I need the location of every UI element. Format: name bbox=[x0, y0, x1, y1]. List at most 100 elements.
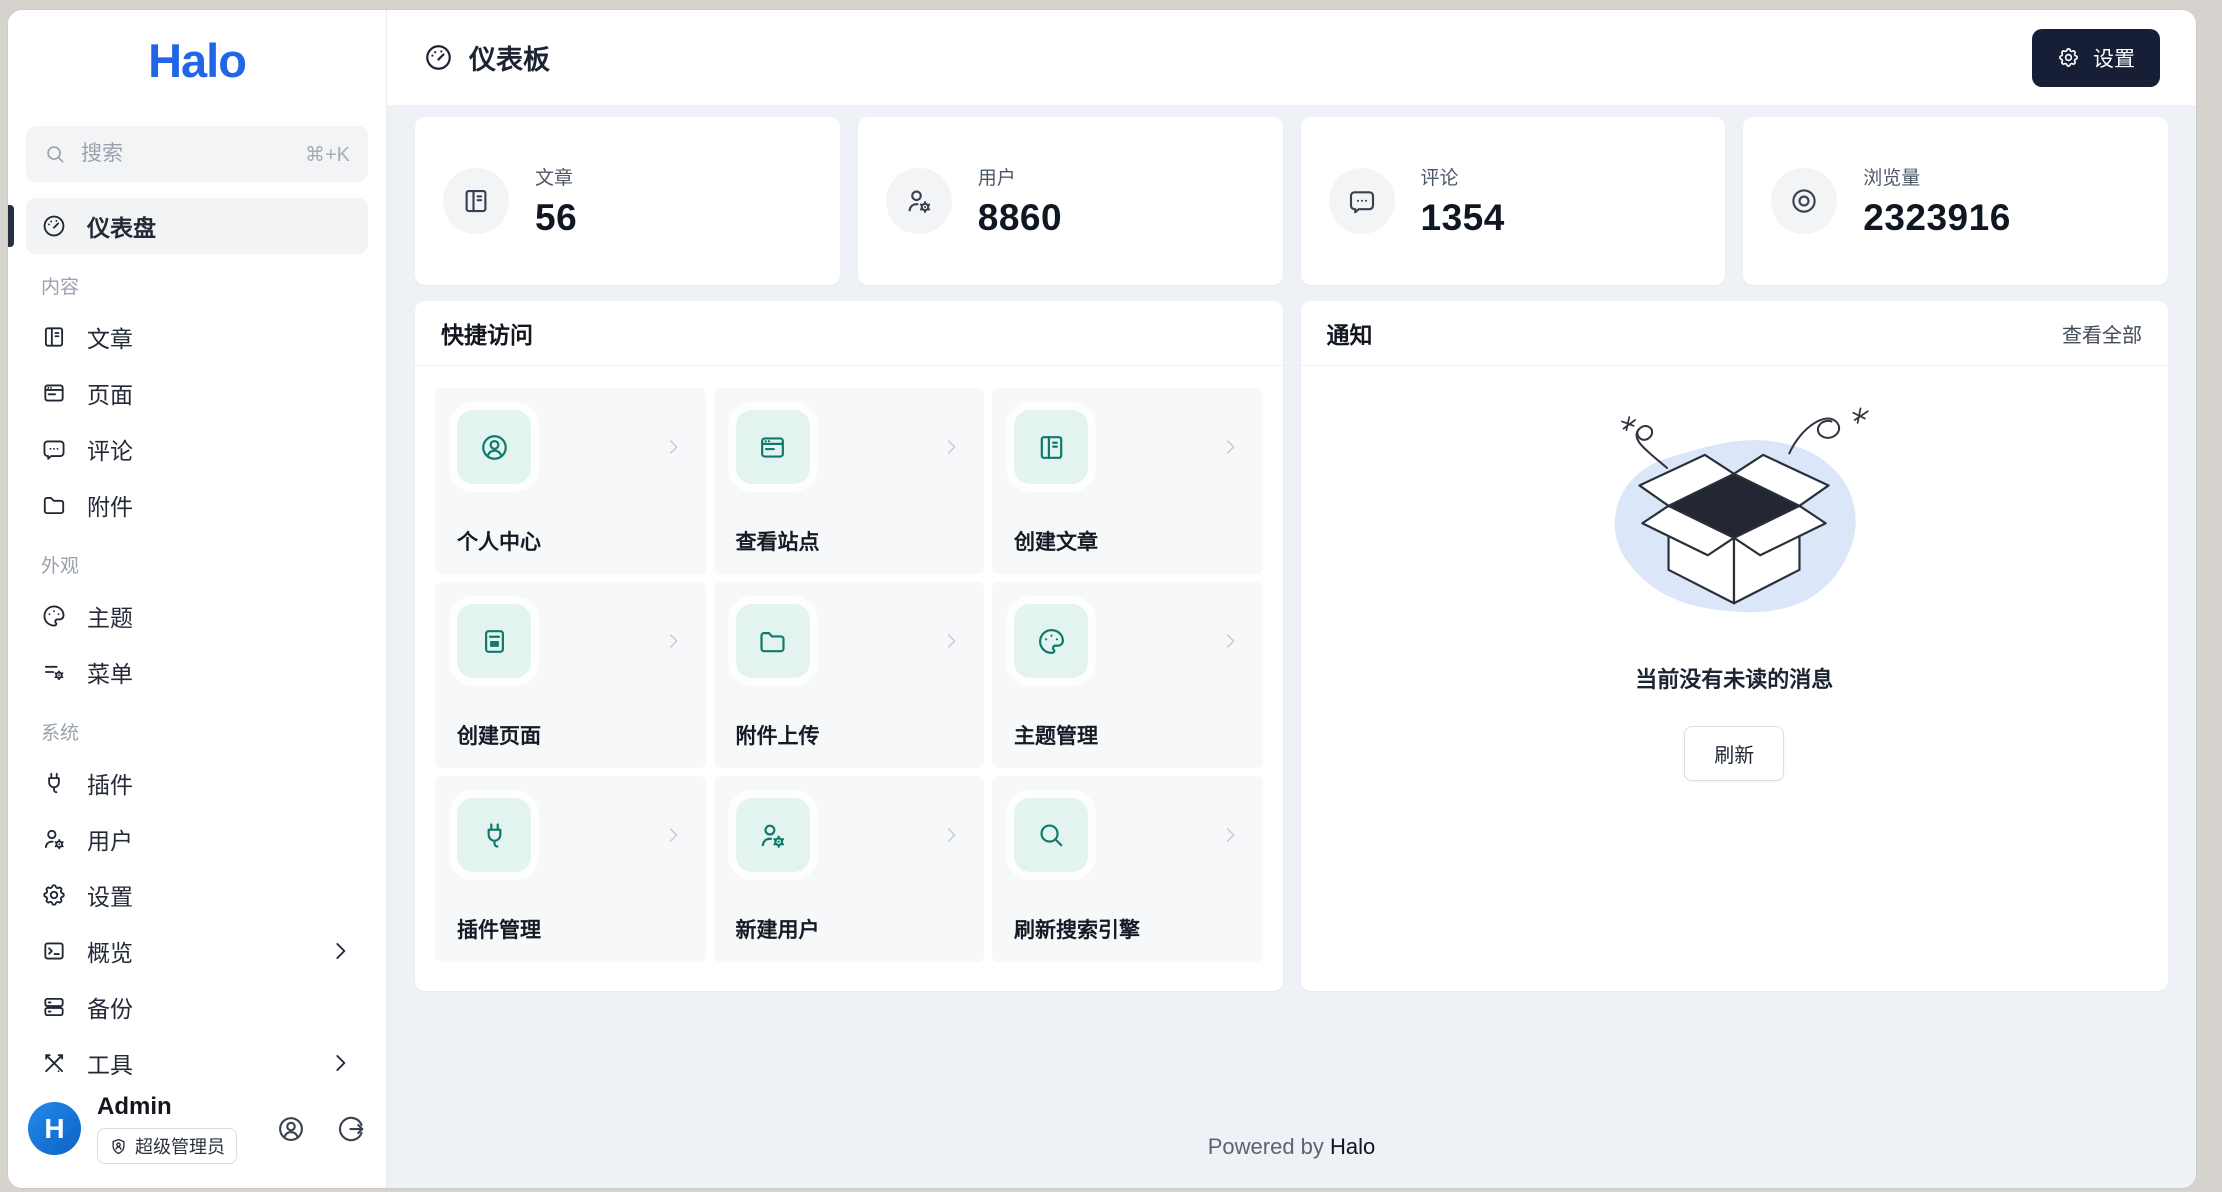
empty-box-illustration bbox=[1614, 407, 1869, 613]
stat-card: 用户 8860 bbox=[857, 117, 1283, 285]
halo-logo: Halo bbox=[148, 33, 247, 87]
sidebar-item-label: 主题 bbox=[87, 605, 133, 631]
user-circle-icon[interactable] bbox=[276, 1114, 306, 1144]
quick-access-tile-label: 主题管理 bbox=[1014, 725, 1098, 748]
sidebar-item-label: 备份 bbox=[87, 996, 133, 1022]
sidebar-item[interactable]: 评论 bbox=[26, 421, 368, 477]
book-icon bbox=[461, 186, 491, 216]
sidebar-item[interactable]: 工具 bbox=[26, 1035, 368, 1075]
sidebar-item[interactable]: 备份 bbox=[26, 979, 368, 1035]
sidebar-item-label: 页面 bbox=[87, 382, 133, 408]
menu-settings-icon bbox=[41, 659, 67, 685]
sidebar-item-dashboard[interactable]: 仪表盘 bbox=[8, 198, 368, 254]
stat-cards: 文章 56 用户 8860 评论 1354 浏览量 2323916 bbox=[415, 117, 2168, 285]
sidebar: Halo ⌘+K 仪表盘 内容 bbox=[8, 10, 387, 1188]
message-icon bbox=[41, 436, 67, 462]
empty-message: 当前没有未读的消息 bbox=[1635, 667, 1834, 692]
chevron-right-icon bbox=[1219, 436, 1241, 458]
search-icon bbox=[1036, 820, 1067, 851]
avatar[interactable]: H bbox=[28, 1102, 81, 1155]
message-icon bbox=[1347, 186, 1377, 216]
user-name: Admin bbox=[97, 1093, 172, 1120]
app-window: Halo ⌘+K 仪表盘 内容 bbox=[8, 10, 2196, 1188]
sidebar-item[interactable]: 附件 bbox=[26, 477, 368, 533]
folder-icon bbox=[757, 626, 788, 657]
sidebar-item-label: 插件 bbox=[87, 772, 133, 798]
sidebar-section: 外观 主题 菜单 bbox=[26, 533, 368, 700]
plug-icon bbox=[41, 770, 67, 796]
focus-icon bbox=[1789, 186, 1819, 216]
quick-access-tile[interactable]: 主题管理 bbox=[992, 582, 1263, 768]
sidebar-item-label: 评论 bbox=[87, 438, 133, 464]
sidebar-section-label: 内容 bbox=[41, 277, 80, 298]
role-badge-label: 超级管理员 bbox=[135, 1137, 225, 1157]
logo-container: Halo bbox=[8, 10, 386, 110]
logout-icon[interactable] bbox=[336, 1114, 366, 1144]
browser-icon bbox=[757, 432, 788, 463]
quick-access-tile[interactable]: 附件上传 bbox=[713, 582, 984, 768]
quick-access-tile[interactable]: 查看站点 bbox=[713, 388, 984, 574]
notifications-empty-state: 当前没有未读的消息 刷新 bbox=[1301, 366, 2169, 991]
powered-by-text: Powered by bbox=[1207, 1134, 1324, 1159]
stat-label: 评论 bbox=[1420, 168, 1459, 189]
refresh-button[interactable]: 刷新 bbox=[1684, 726, 1785, 781]
sidebar-item[interactable]: 页面 bbox=[26, 365, 368, 421]
sidebar-item[interactable]: 概览 bbox=[26, 923, 368, 979]
sidebar-item[interactable]: 主题 bbox=[26, 588, 368, 644]
sidebar-item[interactable]: 用户 bbox=[26, 811, 368, 867]
sidebar-item-label: 工具 bbox=[87, 1052, 133, 1075]
sidebar-section: 系统 插件 用户 设置 概览 备份 工具 bbox=[26, 700, 368, 1075]
stat-value: 1354 bbox=[1420, 197, 1505, 238]
chevron-right-icon bbox=[662, 630, 684, 652]
search-input[interactable] bbox=[81, 142, 291, 166]
notifications-panel: 通知 查看全部 当前没有未读的消息 刷新 bbox=[1300, 301, 2169, 991]
stat-value: 56 bbox=[535, 197, 578, 238]
chevron-right-icon[interactable] bbox=[327, 938, 353, 964]
sidebar-item[interactable]: 设置 bbox=[26, 867, 368, 923]
sidebar-section-label: 系统 bbox=[41, 723, 80, 744]
sidebar-sections: 内容 文章 页面 评论 附件 外观 主题 菜单 系统 插件 用户 设置 概览 备… bbox=[26, 254, 368, 1075]
search-box[interactable]: ⌘+K bbox=[26, 126, 368, 182]
footer: Powered by Halo bbox=[415, 1114, 2168, 1172]
sidebar-item[interactable]: 文章 bbox=[26, 309, 368, 365]
book-icon bbox=[1036, 432, 1067, 463]
stat-card: 评论 1354 bbox=[1300, 117, 1726, 285]
stat-label: 文章 bbox=[535, 168, 574, 189]
search-shortcut-hint: ⌘+K bbox=[304, 143, 350, 166]
palette-icon bbox=[1036, 626, 1067, 657]
chevron-right-icon bbox=[662, 824, 684, 846]
quick-access-tile[interactable]: 新建用户 bbox=[713, 776, 984, 962]
quick-access-title: 快捷访问 bbox=[441, 322, 533, 348]
quick-access-tile-label: 个人中心 bbox=[457, 531, 541, 554]
stat-card: 文章 56 bbox=[415, 117, 840, 285]
sidebar-section: 内容 文章 页面 评论 附件 bbox=[26, 254, 368, 533]
sidebar-item-label: 文章 bbox=[87, 326, 133, 352]
stat-card: 浏览量 2323916 bbox=[1743, 117, 2168, 285]
quick-access-tile[interactable]: 个人中心 bbox=[435, 388, 706, 574]
sidebar-item-label: 菜单 bbox=[87, 661, 133, 687]
chevron-right-icon bbox=[940, 630, 962, 652]
view-all-link[interactable]: 查看全部 bbox=[2062, 319, 2142, 348]
quick-access-tile[interactable]: 刷新搜索引擎 bbox=[992, 776, 1263, 962]
dashboard-content: 文章 56 用户 8860 评论 1354 浏览量 2323916 快捷访问 个… bbox=[387, 105, 2196, 1188]
sidebar-item-label: 概览 bbox=[87, 940, 133, 966]
chevron-right-icon bbox=[1219, 824, 1241, 846]
settings-button[interactable]: 设置 bbox=[2032, 28, 2160, 87]
quick-access-tile[interactable]: 创建页面 bbox=[435, 582, 706, 768]
stat-label: 用户 bbox=[977, 168, 1016, 189]
browser-icon bbox=[41, 380, 67, 406]
footer-brand-link[interactable]: Halo bbox=[1330, 1134, 1375, 1159]
chevron-right-icon[interactable] bbox=[327, 1050, 353, 1075]
sidebar-item[interactable]: 插件 bbox=[26, 755, 368, 811]
stat-label: 浏览量 bbox=[1863, 168, 1921, 189]
quick-access-tile[interactable]: 插件管理 bbox=[435, 776, 706, 962]
shield-user-icon bbox=[109, 1137, 128, 1156]
sidebar-nav: 仪表盘 内容 文章 页面 评论 附件 外观 主题 菜单 系统 插件 用户 设置 … bbox=[8, 182, 386, 1075]
sidebar-item[interactable]: 菜单 bbox=[26, 644, 368, 700]
palette-icon bbox=[41, 603, 67, 629]
server-icon bbox=[41, 994, 67, 1020]
gear-icon bbox=[41, 882, 67, 908]
quick-access-tile[interactable]: 创建文章 bbox=[992, 388, 1263, 574]
user-gear-icon bbox=[757, 820, 788, 851]
sidebar-item-label: 仪表盘 bbox=[87, 215, 156, 241]
